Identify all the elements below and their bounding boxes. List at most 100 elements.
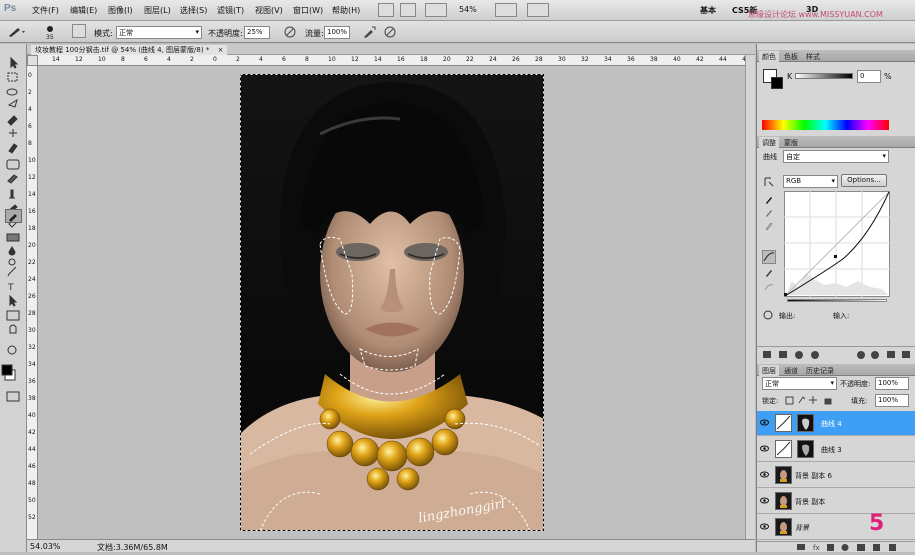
horizontal-ruler[interactable]: 14 12 10 8 6 4 2 0 2 4 6 8 10 12 14 16 18 20 22 24 26 28 30 32 3… [38, 55, 755, 66]
ruler-h-label: 30 [558, 56, 566, 63]
flow-input[interactable]: 100% [324, 26, 350, 39]
layer-row[interactable]: 背景 5 [757, 511, 915, 540]
photoshop-logo-icon: Ps [4, 3, 17, 14]
vertical-scrollbar[interactable] [745, 55, 755, 539]
tab-masks[interactable]: 蒙版 [781, 137, 801, 148]
eye-icon[interactable] [760, 470, 769, 479]
canvas-area[interactable]: lingzhonggirl [38, 66, 755, 539]
bridge-icon[interactable] [378, 3, 394, 17]
layer-name[interactable]: 背景 副本 [795, 497, 825, 507]
curves-graph[interactable] [784, 191, 890, 297]
fill-input[interactable]: 100% [875, 394, 909, 407]
on-image-adjust-icon[interactable] [763, 176, 775, 188]
mode-select[interactable]: 正常 ▾ [116, 26, 202, 39]
pick-target-icon[interactable] [763, 310, 773, 320]
ruler-h-label: 22 [466, 56, 474, 63]
black-eyedropper-icon[interactable] [765, 194, 773, 204]
menu-edit[interactable]: 编辑(E) [70, 5, 97, 16]
layer-opacity-input[interactable]: 100% [875, 377, 909, 390]
layer-row[interactable]: 曲线 3 [757, 437, 915, 462]
brush-tool-preset-icon[interactable] [6, 25, 28, 39]
k-value-input[interactable]: 0 [857, 70, 881, 83]
mini-bridge-icon[interactable] [400, 3, 416, 17]
tools-panel: T [0, 44, 27, 552]
layer-thumbnail[interactable] [775, 492, 792, 510]
brush-panel-toggle-icon[interactable] [72, 24, 86, 38]
curves-adjustment-icon [775, 414, 792, 432]
menu-layer[interactable]: 图层(L) [144, 5, 171, 16]
adjust-footer [757, 346, 915, 362]
layer-thumbnail[interactable] [775, 466, 792, 484]
arrange-documents-icon[interactable] [495, 3, 517, 17]
layer-row[interactable]: 背景 副本 [757, 489, 915, 514]
tab-styles[interactable]: 样式 [803, 51, 823, 62]
screen-mode-icon[interactable] [527, 3, 549, 17]
layers-panel-tabs: 图层 通道 历史记录 [757, 364, 915, 376]
color-spectrum-bar[interactable] [762, 120, 889, 130]
photo-image[interactable] [240, 74, 544, 531]
layer-name[interactable]: 曲线 4 [821, 419, 842, 429]
document-tab[interactable]: 坟妆教程 100分钢击.tif @ 54% (曲线 4, 图层蒙版/8) * × [31, 45, 228, 55]
status-zoom[interactable]: 54.03% [30, 542, 61, 551]
preset-select[interactable]: 自定 ▾ [783, 150, 889, 163]
brush-tool-button[interactable] [5, 209, 22, 223]
ruler-h-label: 10 [328, 56, 336, 63]
layer-name[interactable]: 曲线 3 [821, 445, 842, 455]
background-color-swatch[interactable] [771, 77, 783, 89]
close-icon[interactable]: × [218, 46, 224, 54]
view-extras-icon[interactable] [425, 3, 447, 17]
lock-icons[interactable] [785, 395, 843, 405]
layer-mask-thumbnail[interactable] [797, 440, 814, 458]
menu-image[interactable]: 图像(I) [108, 5, 133, 16]
blend-mode-select[interactable]: 正常 ▾ [762, 377, 837, 390]
layer-row[interactable]: 曲线 4 [757, 411, 915, 436]
options-bar: 35 模式: 正常 ▾ 不透明度: 25% 流量: 100% [0, 21, 915, 43]
airbrush-icon[interactable] [362, 25, 376, 39]
menu-select[interactable]: 选择(S) [180, 5, 207, 16]
smooth-curve-icon[interactable] [764, 282, 774, 292]
menu-view[interactable]: 视图(V) [255, 5, 283, 16]
status-doc-size[interactable]: 文档:3.36M/65.8M [97, 542, 168, 553]
ruler-h-label: 2 [190, 56, 194, 63]
size-pressure-icon[interactable] [383, 25, 397, 39]
eye-icon[interactable] [760, 444, 769, 453]
vertical-ruler[interactable]: 0 2 4 6 8 10 12 14 16 18 20 22 24 26 28 30 32 34 36 38 40 42 4… [27, 66, 38, 539]
tab-layers[interactable]: 图层 [759, 365, 779, 376]
ruler-h-label: 34 [604, 56, 612, 63]
workspace-basic[interactable]: 基本 [700, 5, 716, 16]
layer-mask-thumbnail[interactable] [797, 414, 814, 432]
menu-file[interactable]: 文件(F) [32, 5, 59, 16]
layer-name[interactable]: 背景 [795, 523, 809, 533]
ruler-v-label: 8 [28, 140, 32, 147]
pencil-curve-icon[interactable] [765, 267, 773, 277]
ruler-v-label: 10 [28, 157, 36, 164]
k-slider[interactable] [795, 73, 853, 79]
brush-picker-icon[interactable]: 35 [44, 24, 60, 41]
ruler-v-label: 30 [28, 327, 36, 334]
tab-color[interactable]: 颜色 [759, 51, 779, 62]
options-button[interactable]: Options... [841, 174, 887, 187]
tab-adjustments[interactable]: 调整 [759, 137, 779, 148]
menu-filter[interactable]: 滤镜(T) [217, 5, 244, 16]
tab-channels[interactable]: 通道 [781, 365, 801, 376]
tab-swatches[interactable]: 色板 [781, 51, 801, 62]
eye-icon[interactable] [760, 418, 769, 427]
gray-eyedropper-icon[interactable] [765, 207, 773, 217]
layer-thumbnail[interactable] [775, 518, 792, 536]
opacity-pressure-icon[interactable] [283, 25, 297, 39]
menu-window[interactable]: 窗口(W) [293, 5, 323, 16]
menu-help[interactable]: 帮助(H) [332, 5, 360, 16]
tab-history[interactable]: 历史记录 [803, 365, 837, 376]
curve-point-tool-icon[interactable] [762, 250, 776, 264]
opacity-input[interactable]: 25% [244, 26, 270, 39]
eye-icon[interactable] [760, 522, 769, 531]
menu-bar: Ps 文件(F) 编辑(E) 图像(I) 图层(L) 选择(S) 滤镜(T) 视… [0, 0, 915, 21]
layer-name[interactable]: 背景 副本 6 [795, 471, 832, 481]
channel-select[interactable]: RGB ▾ [783, 175, 838, 188]
white-eyedropper-icon[interactable] [765, 220, 773, 231]
layer-row[interactable]: 背景 副本 6 [757, 463, 915, 488]
zoom-level[interactable]: 54% [459, 5, 477, 14]
ruler-v-label: 28 [28, 310, 36, 317]
eye-icon[interactable] [760, 496, 769, 505]
ruler-h-label: 12 [351, 56, 359, 63]
